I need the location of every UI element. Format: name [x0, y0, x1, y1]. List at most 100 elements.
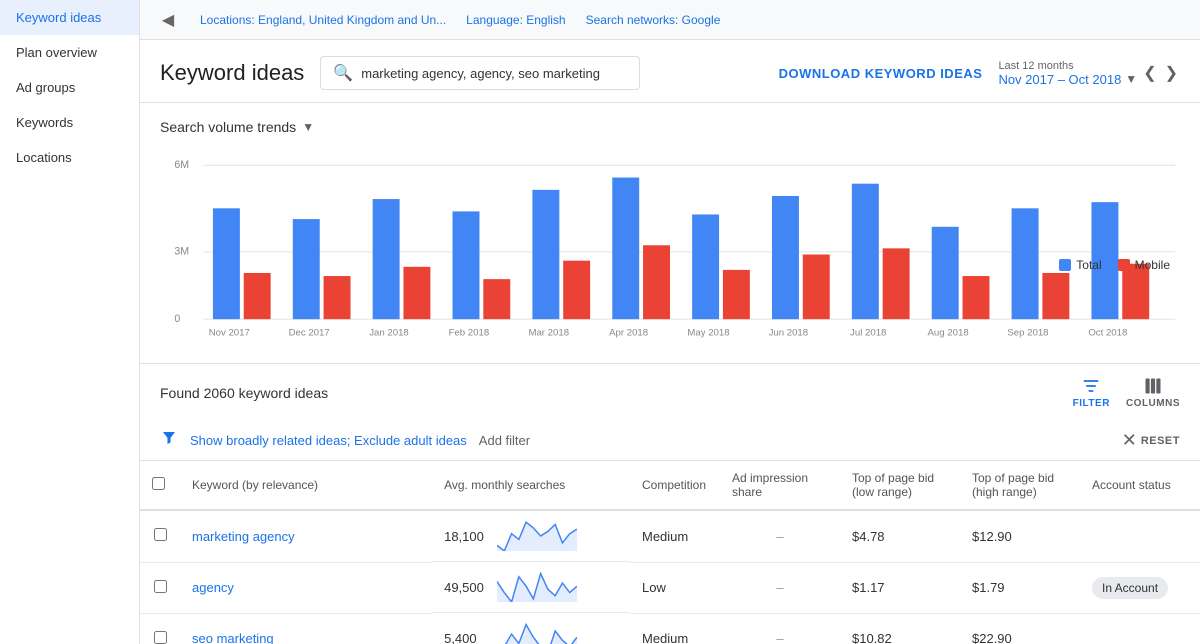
svg-text:May 2018: May 2018 — [687, 328, 729, 339]
search-number: 49,500 — [444, 580, 489, 595]
chart-legend: Total Mobile — [1059, 258, 1170, 272]
keyword-cell: agency — [180, 562, 432, 613]
table-header-bar: Found 2060 keyword ideas FILTER — [140, 364, 1200, 421]
row-checkbox-cell — [140, 613, 180, 644]
header-bid-low[interactable]: Top of page bid (low range) — [840, 461, 960, 510]
legend-total: Total — [1059, 258, 1101, 272]
chart-title[interactable]: Search volume trends ▼ — [160, 119, 1180, 135]
monthly-searches-cell: 5,400 — [432, 613, 630, 644]
filter-bar: Show broadly related ideas; Exclude adul… — [140, 421, 1200, 461]
sidebar: Keyword ideas Plan overview Ad groups Ke… — [0, 0, 140, 644]
bid-high-cell: $12.90 — [960, 510, 1080, 562]
content-area: Keyword ideas 🔍 DOWNLOAD KEYWORD IDEAS L… — [140, 40, 1200, 644]
svg-text:Oct 2018: Oct 2018 — [1088, 328, 1127, 339]
found-count-text: Found 2060 keyword ideas — [160, 385, 328, 401]
table-actions: FILTER COLUMNS — [1073, 376, 1180, 409]
row-checkbox[interactable] — [154, 631, 167, 644]
header-bid-high[interactable]: Top of page bid (high range) — [960, 461, 1080, 510]
svg-text:Sep 2018: Sep 2018 — [1007, 328, 1048, 339]
header-competition[interactable]: Competition — [630, 461, 720, 510]
select-all-checkbox[interactable] — [152, 477, 165, 490]
keyword-table: Keyword (by relevance) Avg. monthly sear… — [140, 461, 1200, 644]
date-dropdown-icon[interactable]: ▼ — [1125, 72, 1137, 86]
sidebar-item-keywords[interactable]: Keywords — [0, 105, 139, 140]
svg-text:Apr 2018: Apr 2018 — [609, 328, 648, 339]
status-cell — [1080, 613, 1200, 644]
download-button[interactable]: DOWNLOAD KEYWORD IDEAS — [779, 66, 983, 81]
chart-collapse-icon: ▼ — [302, 120, 314, 134]
header-status[interactable]: Account status — [1080, 461, 1200, 510]
reset-filter-button[interactable]: ✕ RESET — [1122, 430, 1180, 451]
svg-text:Feb 2018: Feb 2018 — [449, 328, 490, 339]
date-prev-button[interactable]: ❮ — [1141, 61, 1158, 85]
svg-text:Mar 2018: Mar 2018 — [528, 328, 569, 339]
keyword-cell: seo marketing — [180, 613, 432, 644]
competition-cell: Medium — [630, 613, 720, 644]
header-ad-impression[interactable]: Ad impression share — [720, 461, 840, 510]
monthly-searches-cell: 49,500 — [432, 562, 630, 613]
search-number: 18,100 — [444, 529, 489, 544]
row-checkbox-cell — [140, 510, 180, 562]
in-account-badge: In Account — [1092, 577, 1168, 599]
row-checkbox-cell — [140, 562, 180, 613]
filter-funnel-icon — [160, 429, 178, 452]
date-range-value: Nov 2017 – Oct 2018 — [998, 72, 1121, 87]
filter-icon — [1081, 376, 1101, 396]
main-content: ◀ Locations: England, United Kingdom and… — [140, 0, 1200, 644]
date-next-button[interactable]: ❯ — [1163, 61, 1180, 85]
status-cell: In Account — [1080, 562, 1200, 613]
add-filter-button[interactable]: Add filter — [479, 433, 530, 448]
filter-button[interactable]: FILTER — [1073, 376, 1110, 409]
keyword-search-input[interactable] — [361, 66, 627, 81]
sparkline-chart — [497, 623, 577, 644]
monthly-searches-cell: 18,100 — [432, 511, 630, 562]
funnel-icon — [160, 429, 178, 447]
page-title: Keyword ideas — [160, 60, 304, 86]
sparkline-chart — [497, 572, 577, 602]
sidebar-item-ad-groups[interactable]: Ad groups — [0, 70, 139, 105]
bid-high-cell: $22.90 — [960, 613, 1080, 644]
svg-text:Nov 2017: Nov 2017 — [209, 328, 250, 339]
svg-text:Dec 2017: Dec 2017 — [289, 328, 330, 339]
table-row: agency49,500Low–$1.17$1.79In Account — [140, 562, 1200, 613]
svg-text:3M: 3M — [174, 246, 189, 258]
header-area: Keyword ideas 🔍 DOWNLOAD KEYWORD IDEAS L… — [140, 40, 1200, 103]
ad-impression-cell: – — [720, 613, 840, 644]
bid-low-cell: $10.82 — [840, 613, 960, 644]
table-row: marketing agency18,100Medium–$4.78$12.90 — [140, 510, 1200, 562]
search-networks-info: Search networks: Google — [586, 13, 721, 27]
svg-text:0: 0 — [174, 313, 180, 325]
row-checkbox[interactable] — [154, 580, 167, 593]
header-keyword[interactable]: Keyword (by relevance) — [180, 461, 432, 510]
legend-mobile-dot — [1118, 259, 1130, 271]
sidebar-item-locations[interactable]: Locations — [0, 140, 139, 175]
table-header-row: Keyword (by relevance) Avg. monthly sear… — [140, 461, 1200, 510]
svg-text:Jan 2018: Jan 2018 — [369, 328, 409, 339]
table-row: seo marketing 5,400 Medium–$10.82$22.90 — [140, 613, 1200, 644]
chart-section: Search volume trends ▼ Total Mobile 6M 3… — [140, 103, 1200, 363]
sidebar-item-keyword-ideas[interactable]: Keyword ideas — [0, 0, 139, 35]
svg-text:6M: 6M — [174, 159, 189, 171]
ad-impression-cell: – — [720, 510, 840, 562]
table-section: Found 2060 keyword ideas FILTER — [140, 363, 1200, 644]
locations-info: Locations: England, United Kingdom and U… — [200, 13, 446, 27]
topbar: ◀ Locations: England, United Kingdom and… — [140, 0, 1200, 40]
row-checkbox[interactable] — [154, 528, 167, 541]
header-monthly-searches[interactable]: Avg. monthly searches — [432, 461, 630, 510]
search-number: 5,400 — [444, 631, 489, 644]
keyword-cell: marketing agency — [180, 510, 432, 562]
legend-mobile: Mobile — [1118, 258, 1170, 272]
keyword-search-box[interactable]: 🔍 — [320, 56, 640, 90]
reset-x-icon: ✕ — [1122, 430, 1137, 451]
back-button[interactable]: ◀ — [156, 8, 180, 32]
competition-cell: Medium — [630, 510, 720, 562]
filter-text-link[interactable]: Show broadly related ideas; Exclude adul… — [190, 433, 467, 448]
status-cell — [1080, 510, 1200, 562]
svg-text:Jul 2018: Jul 2018 — [850, 328, 886, 339]
sparkline-chart — [497, 521, 577, 551]
columns-button[interactable]: COLUMNS — [1126, 376, 1180, 409]
header-checkbox-cell — [140, 461, 180, 510]
sidebar-item-plan-overview[interactable]: Plan overview — [0, 35, 139, 70]
date-range-label: Last 12 months — [998, 60, 1137, 72]
columns-icon — [1143, 376, 1163, 396]
